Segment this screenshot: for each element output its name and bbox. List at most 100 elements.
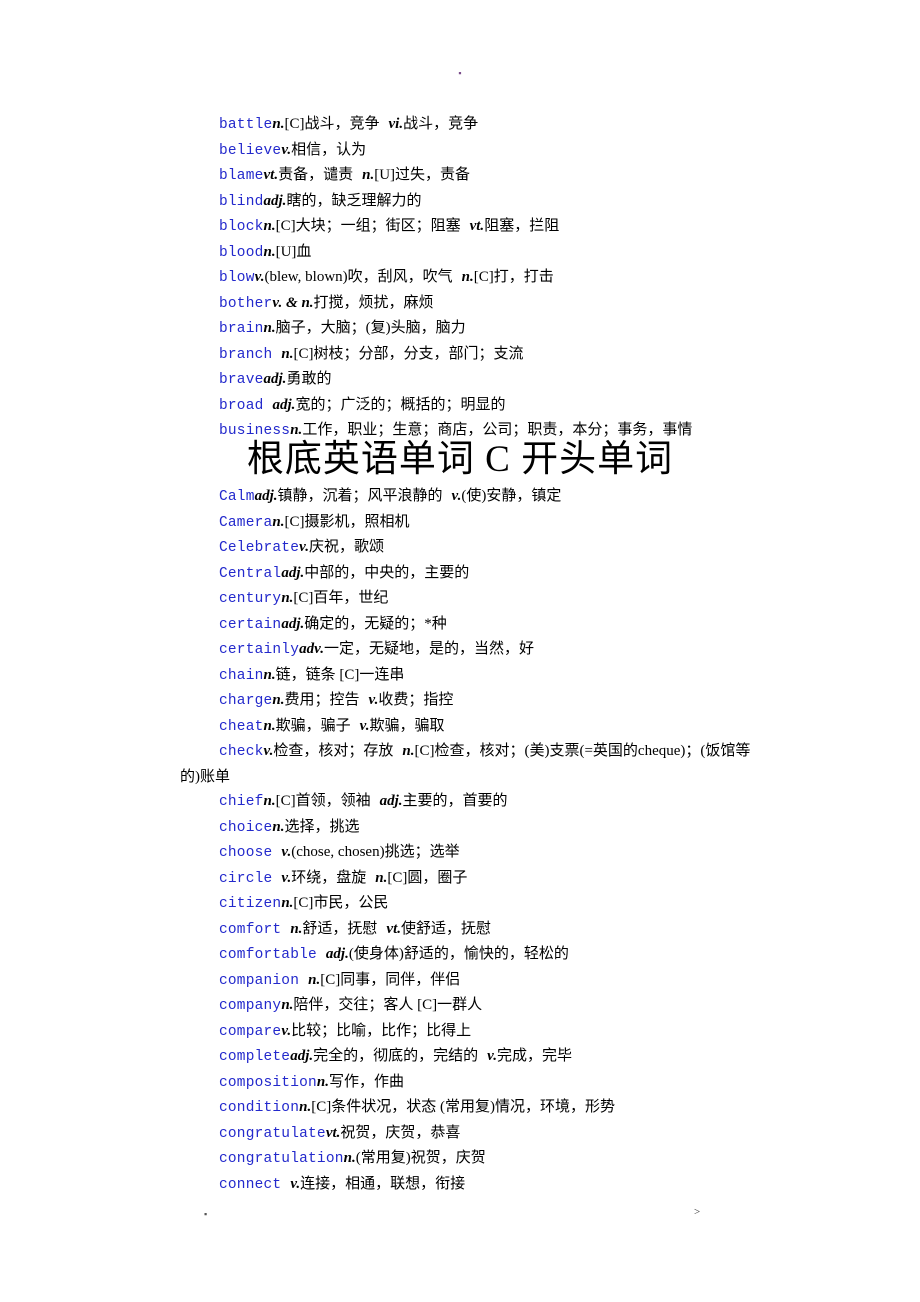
entry-headword: certainly xyxy=(219,642,300,658)
entry-headword: choice xyxy=(219,819,273,836)
entry-part-of-speech: adj. xyxy=(272,396,296,413)
entry-definition: 责备，谴责 xyxy=(278,167,354,183)
entry-definition-secondary: 欺骗，骗取 xyxy=(369,717,445,734)
page-title: 根底英语单词 C 开头单词 xyxy=(246,439,674,480)
entry-definition-secondary: [U]过失，责备 xyxy=(374,167,471,183)
entry-part-of-speech: v. xyxy=(263,743,274,759)
entry-definition-secondary: 战斗，竞争 xyxy=(403,116,479,132)
dictionary-entry: Cameran.[C]摄影机，照相机 xyxy=(180,510,754,536)
entry-definition: 中部的，中央的，主要的 xyxy=(304,564,470,581)
entry-part-of-speech: n. xyxy=(263,793,276,809)
entry-part-of-speech-secondary: vi. xyxy=(388,116,404,132)
entry-part-of-speech-secondary: v. xyxy=(368,692,379,708)
entry-part-of-speech: n. xyxy=(290,920,303,937)
entry-definition: 瞎的，缺乏理解力的 xyxy=(286,192,422,209)
entry-definition: (常用复)祝贺，庆贺 xyxy=(355,1150,486,1166)
footer-right-mark: > xyxy=(694,1206,701,1218)
entry-headword: broad xyxy=(219,397,264,414)
entry-part-of-speech-secondary: vt. xyxy=(386,920,401,937)
entry-definition: 欺骗，骗子 xyxy=(275,717,351,734)
entry-part-of-speech: adj. xyxy=(290,1048,314,1064)
entry-part-of-speech: n. xyxy=(272,513,285,530)
entry-part-of-speech-secondary: vt. xyxy=(469,218,485,234)
entry-part-of-speech-secondary: v. xyxy=(451,488,462,504)
entry-definition: (使身体)舒适的，愉快的，轻松的 xyxy=(348,946,569,962)
entry-part-of-speech: n. xyxy=(263,320,276,336)
entry-headword: citizen xyxy=(219,896,282,912)
entry-part-of-speech: n. xyxy=(263,243,276,260)
entry-part-of-speech: adv. xyxy=(299,641,324,657)
entry-headword: block xyxy=(219,219,264,235)
entry-part-of-speech-secondary: n. xyxy=(402,743,415,759)
entry-part-of-speech: adj. xyxy=(281,564,305,581)
entry-part-of-speech: v. xyxy=(254,269,265,285)
entry-headword: congratulation xyxy=(219,1151,344,1167)
dictionary-entry: brainn.脑子，大脑；(复)头脑，脑力 xyxy=(180,316,754,342)
entry-part-of-speech: adj. xyxy=(254,488,278,504)
entry-headword: brain xyxy=(219,321,264,337)
dictionary-entry: botherv. & n.打搅，烦扰，麻烦 xyxy=(180,291,754,317)
entry-part-of-speech: adj. xyxy=(263,192,287,209)
entry-definition: 相信，认为 xyxy=(291,141,367,158)
dictionary-entry: centuryn.[C]百年，世纪 xyxy=(180,586,754,612)
entry-headword: certain xyxy=(219,616,282,633)
footer: ▪ > xyxy=(0,1206,920,1224)
entry-part-of-speech-secondary: v. xyxy=(487,1048,498,1064)
entry-definition: [C]首领，领袖 xyxy=(275,793,371,809)
entry-part-of-speech: adj. xyxy=(281,615,305,632)
entry-definition: 确定的，无疑的；*种 xyxy=(304,615,447,632)
entry-definition: 费用；控告 xyxy=(284,692,360,708)
dictionary-entry: congratulatevt.祝贺，庆贺，恭喜 xyxy=(180,1121,754,1147)
dictionary-entry: battlen.[C]战斗，竞争 vi.战斗，竞争 xyxy=(180,112,754,138)
entry-part-of-speech: n. xyxy=(281,997,294,1013)
entry-headword: believe xyxy=(219,142,282,159)
entry-definition: 选择，挑选 xyxy=(284,818,360,835)
entry-definition: 脑子，大脑；(复)头脑，脑力 xyxy=(275,320,466,336)
entry-definition: [U]血 xyxy=(275,243,312,260)
entry-headword: composition xyxy=(219,1074,317,1091)
entry-part-of-speech: n. xyxy=(272,692,285,708)
entry-definition-secondary: 主要的，首要的 xyxy=(402,793,508,809)
entry-definition: [C]同事，同伴，伴侣 xyxy=(320,971,461,988)
entry-definition-secondary: 完成，完毕 xyxy=(497,1048,573,1064)
entry-part-of-speech: v. xyxy=(299,539,309,555)
entry-definition: 比较；比喻，比作；比得上 xyxy=(291,1022,472,1039)
entry-part-of-speech: n. xyxy=(299,1099,312,1115)
entry-headword: brave xyxy=(219,372,264,388)
header-mark: ▪ xyxy=(458,68,462,78)
entry-definition: 检查，核对；存放 xyxy=(273,743,394,759)
document-page: ▪ battlen.[C]战斗，竞争 vi.战斗，竞争 believe v. 相信，认为… xyxy=(0,0,920,1302)
entry-part-of-speech: n. xyxy=(263,666,276,683)
entry-definition-secondary: [C]打，打击 xyxy=(473,269,554,285)
entry-headword: chief xyxy=(219,794,264,810)
entry-headword: blow xyxy=(219,270,255,286)
entry-definition: [C]大块；一组；街区；阻塞 xyxy=(275,218,461,234)
entry-part-of-speech: v. xyxy=(290,1175,301,1192)
entry-definition: [C]摄影机，照相机 xyxy=(284,513,410,530)
entry-part-of-speech: n. xyxy=(263,717,276,734)
entry-headword: bother xyxy=(219,295,273,312)
entry-definition: [C]市民，公民 xyxy=(293,895,389,911)
entry-part-of-speech-secondary: v. xyxy=(359,717,370,734)
entry-headword: choose xyxy=(219,845,273,861)
footer-left-mark: ▪ xyxy=(204,1209,208,1219)
entry-headword: comfortable xyxy=(219,947,317,963)
entry-definition: [C]树枝；分部，分支，部门；支流 xyxy=(293,345,524,362)
entry-headword: connect xyxy=(219,1176,282,1193)
dictionary-entry: bloodn.[U]血 xyxy=(180,240,754,266)
entry-part-of-speech: n. xyxy=(281,345,294,362)
entry-headword: check xyxy=(219,744,264,760)
dictionary-entry: comfort n.舒适，抚慰 vt.使舒适，抚慰 xyxy=(180,917,754,943)
dictionary-entry: blowv.(blew, blown)吹，刮风，吹气 n.[C]打，打击 xyxy=(180,265,754,291)
entry-headword: chain xyxy=(219,667,264,684)
dictionary-entry: comfortable adj.(使身体)舒适的，愉快的，轻松的 xyxy=(180,942,754,968)
dictionary-entry: Centraladj.中部的，中央的，主要的 xyxy=(180,561,754,587)
dictionary-entry: chiefn.[C]首领，领袖 adj.主要的，首要的 xyxy=(180,789,754,815)
dictionary-entry: companion n.[C]同事，同伴，伴侣 xyxy=(180,968,754,994)
entry-headword: battle xyxy=(219,117,273,133)
entry-headword: century xyxy=(219,591,282,607)
entry-part-of-speech: adj. xyxy=(325,946,349,962)
entry-headword: blind xyxy=(219,193,264,210)
dictionary-entry: connect v.连接，相通，联想，衔接 xyxy=(180,1172,754,1198)
dictionary-entry: certainlyadv.一定，无疑地，是的，当然，好 xyxy=(180,637,754,663)
